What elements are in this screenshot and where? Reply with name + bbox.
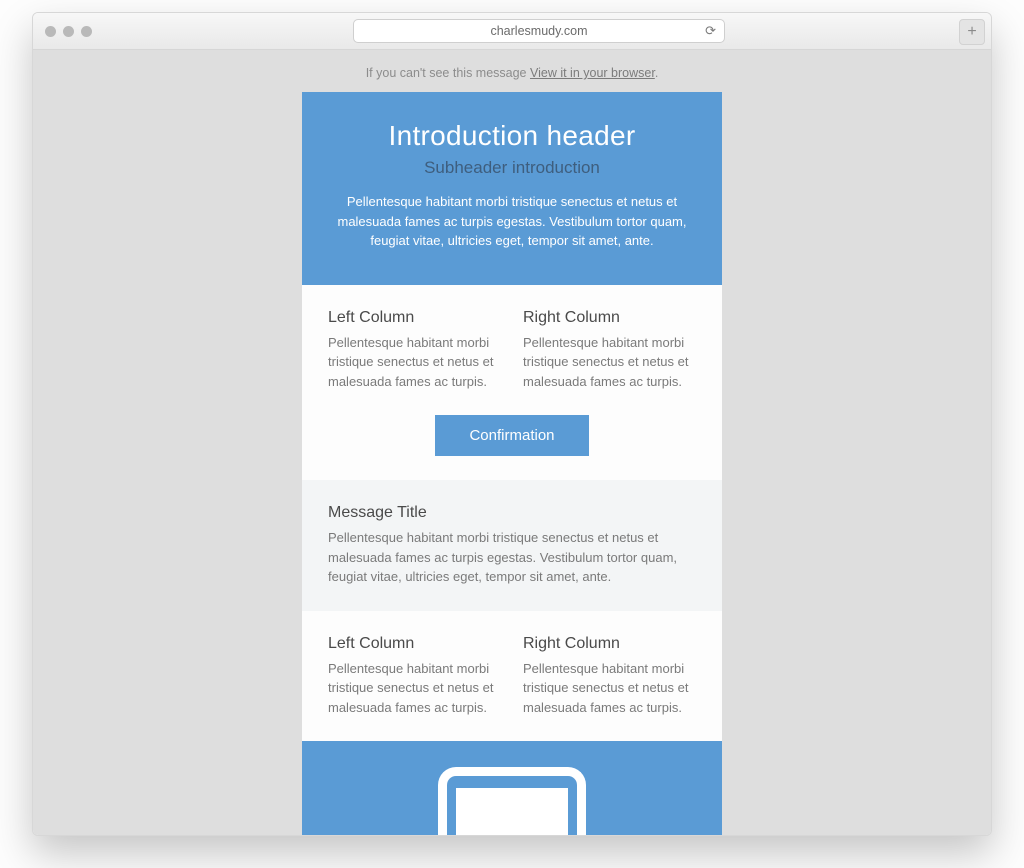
column-right-1: Right Column Pellentesque habitant morbi… bbox=[523, 309, 696, 392]
preheader-text: If you can't see this message bbox=[366, 66, 530, 80]
hero-section: Introduction header Subheader introducti… bbox=[302, 92, 722, 285]
url-text: charlesmudy.com bbox=[490, 24, 587, 38]
left-column-body-2: Pellentesque habitant morbi tristique se… bbox=[328, 659, 501, 718]
footer-panel bbox=[302, 741, 722, 836]
email-template: Introduction header Subheader introducti… bbox=[302, 92, 722, 836]
left-column-title-2: Left Column bbox=[328, 635, 501, 653]
right-column-body-2: Pellentesque habitant morbi tristique se… bbox=[523, 659, 696, 718]
page-scroll[interactable]: If you can't see this message View it in… bbox=[33, 50, 991, 836]
message-section: Message Title Pellentesque habitant morb… bbox=[302, 480, 722, 611]
new-tab-button[interactable]: + bbox=[959, 19, 985, 45]
right-column-title-2: Right Column bbox=[523, 635, 696, 653]
view-in-browser-link[interactable]: View it in your browser bbox=[530, 66, 655, 80]
window-titlebar: charlesmudy.com ⟳ + bbox=[33, 13, 991, 50]
close-window-button[interactable] bbox=[45, 26, 56, 37]
right-column-body: Pellentesque habitant morbi tristique se… bbox=[523, 333, 696, 392]
maximize-window-button[interactable] bbox=[81, 26, 92, 37]
browser-window: charlesmudy.com ⟳ + If you can't see thi… bbox=[32, 12, 992, 836]
column-right-2: Right Column Pellentesque habitant morbi… bbox=[523, 635, 696, 718]
left-column-title: Left Column bbox=[328, 309, 501, 327]
confirmation-button[interactable]: Confirmation bbox=[435, 415, 588, 456]
browser-viewport: If you can't see this message View it in… bbox=[33, 50, 991, 836]
minimize-window-button[interactable] bbox=[63, 26, 74, 37]
hero-subtitle: Subheader introduction bbox=[330, 158, 694, 178]
two-column-section-1: Left Column Pellentesque habitant morbi … bbox=[302, 285, 722, 481]
column-left-2: Left Column Pellentesque habitant morbi … bbox=[328, 635, 501, 718]
message-title: Message Title bbox=[328, 504, 696, 522]
hero-body: Pellentesque habitant morbi tristique se… bbox=[330, 192, 694, 251]
column-left-1: Left Column Pellentesque habitant morbi … bbox=[328, 309, 501, 392]
hero-title: Introduction header bbox=[330, 120, 694, 152]
reload-icon[interactable]: ⟳ bbox=[705, 23, 716, 39]
preheader: If you can't see this message View it in… bbox=[33, 66, 991, 80]
right-column-title: Right Column bbox=[523, 309, 696, 327]
two-column-section-2: Left Column Pellentesque habitant morbi … bbox=[302, 611, 722, 742]
message-body: Pellentesque habitant morbi tristique se… bbox=[328, 528, 696, 587]
preheader-suffix: . bbox=[655, 66, 658, 80]
url-bar[interactable]: charlesmudy.com ⟳ bbox=[353, 19, 725, 43]
device-illustration-icon bbox=[438, 767, 586, 836]
left-column-body: Pellentesque habitant morbi tristique se… bbox=[328, 333, 501, 392]
